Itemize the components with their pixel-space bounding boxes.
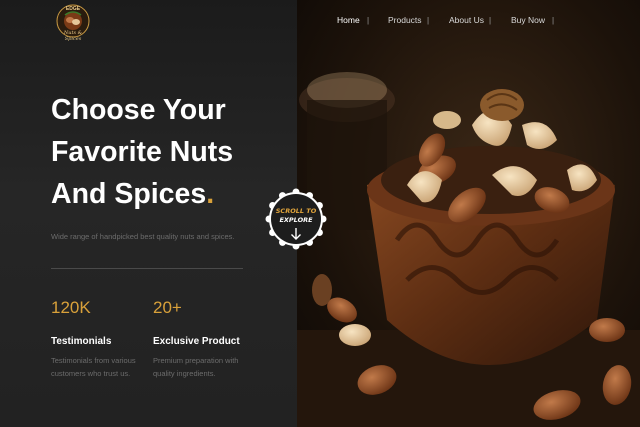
- brand-tagline: Nuts & Spices: [63, 30, 83, 42]
- nav-buy-now[interactable]: Buy Now: [511, 15, 545, 25]
- hero-title-dot: .: [206, 178, 215, 210]
- nav-separator: |: [489, 16, 492, 25]
- brand-logo[interactable]: EDGE Nuts & Spices: [55, 3, 91, 42]
- divider: [51, 268, 243, 269]
- stat-desc-line: Premium preparation with: [153, 356, 239, 365]
- stat-desc-line: customers who trust us.: [51, 368, 131, 378]
- scroll-to-explore-button[interactable]: SCROLL TO EXPLORE: [265, 188, 327, 250]
- hero-image: [297, 0, 640, 427]
- hero-title-line-2: Favorite Nuts: [51, 136, 234, 168]
- nav-about-us[interactable]: About Us: [449, 15, 484, 25]
- nuts-bowl-image: [297, 0, 640, 427]
- scroll-text-line-2: EXPLORE: [279, 216, 313, 224]
- nav-products[interactable]: Products: [388, 15, 422, 25]
- hero-title-line-1: Choose Your: [51, 94, 226, 126]
- nav-separator: |: [367, 16, 370, 25]
- nav-separator: |: [427, 16, 430, 25]
- arrow-down-icon: [291, 228, 301, 240]
- nav-separator: |: [552, 16, 555, 25]
- stat-desc-products: Premium preparation with quality ingredi…: [153, 355, 253, 380]
- nav-home[interactable]: Home: [337, 15, 360, 25]
- stat-desc-line: Testimonials from various: [51, 356, 136, 365]
- hero-title: Choose Your Favorite Nuts And Spices.: [51, 89, 281, 215]
- hero-title-line-3: And Spices: [51, 178, 207, 210]
- hero-subtitle: Wide range of handpicked best quality nu…: [51, 232, 235, 241]
- stat-title-products: Exclusive Product: [153, 336, 240, 347]
- stat-title-testimonials: Testimonials: [51, 336, 112, 347]
- brand-name: EDGE: [65, 6, 81, 12]
- stat-value-testimonials: 120K: [51, 298, 91, 317]
- stat-desc-line: quality ingredients.: [153, 368, 216, 378]
- stat-desc-testimonials: Testimonials from various customers who …: [51, 355, 151, 380]
- scroll-text-line-1: SCROLL TO: [275, 207, 317, 215]
- stat-value-products: 20+: [153, 298, 182, 317]
